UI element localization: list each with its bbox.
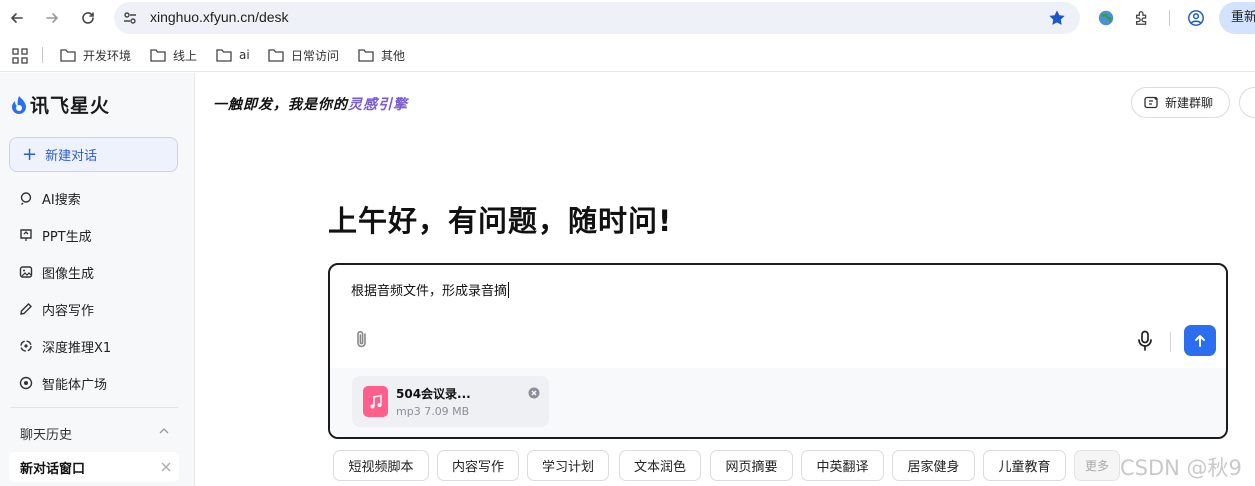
watermark: CSDN @秋9 xyxy=(1120,456,1242,480)
chip-home-fitness[interactable]: 居家健身 xyxy=(892,450,975,481)
refresh-icon xyxy=(82,12,94,24)
sidebar-item-ai-search[interactable]: AI搜索 xyxy=(10,183,178,213)
pen-icon xyxy=(20,303,32,315)
site-settings-icon[interactable] xyxy=(122,10,138,26)
history-title: 聊天历史 xyxy=(20,428,73,443)
folder-icon xyxy=(216,49,232,62)
url-text: xinghuo.xfyun.cn/desk xyxy=(150,9,289,25)
toolbar-divider xyxy=(1169,10,1170,26)
slogan-highlight: 灵感引擎 xyxy=(348,97,408,113)
reload-page-button[interactable] xyxy=(77,7,99,29)
sidebar-divider xyxy=(10,407,178,408)
folder-icon xyxy=(60,49,76,62)
history-item[interactable]: 新对话窗口 xyxy=(9,452,179,482)
slogan: 一触即发，我是你的灵感引擎 xyxy=(213,94,408,114)
sidebar-item-label: AI搜索 xyxy=(42,192,81,208)
chip-short-video[interactable]: 短视频脚本 xyxy=(333,450,429,481)
chip-text-polish[interactable]: 文本润色 xyxy=(619,450,701,481)
new-chat-label: 新建对话 xyxy=(45,149,98,164)
chip-translation[interactable]: 中英翻译 xyxy=(801,450,884,481)
bookmark-folder[interactable]: 开发环境 xyxy=(60,46,131,64)
bookmark-label: 开发环境 xyxy=(83,48,132,63)
chip-web-summary[interactable]: 网页摘要 xyxy=(710,450,793,481)
chip-more[interactable]: 更多 xyxy=(1074,450,1120,481)
sidebar-item-agents[interactable]: 智能体广场 xyxy=(10,368,178,398)
forward-button[interactable] xyxy=(41,7,63,29)
history-item-label: 新对话窗口 xyxy=(20,461,86,477)
close-icon[interactable] xyxy=(160,461,172,473)
sidebar-item-label: 智能体广场 xyxy=(42,377,108,393)
chat-composer[interactable]: 根据音频文件，形成录音摘 504会议录... mp3 7.09 MB xyxy=(328,263,1228,439)
logo-text: 讯飞星火 xyxy=(30,95,111,117)
agent-icon xyxy=(19,376,33,390)
image-icon xyxy=(19,266,33,278)
spark-logo-icon xyxy=(12,95,26,114)
folder-icon xyxy=(150,49,166,62)
browser-toolbar: xinghuo.xfyun.cn/desk 重新 xyxy=(0,0,1255,36)
chevron-up-icon[interactable] xyxy=(158,425,170,437)
greeting-title: 上午好，有问题，随时问! xyxy=(328,204,673,238)
text-caret xyxy=(508,282,510,298)
sidebar-item-label: 图像生成 xyxy=(42,266,95,282)
arrow-left-icon xyxy=(11,13,23,23)
bookmark-label: 日常访问 xyxy=(291,48,340,63)
bookmarks-bar: 开发环境 线上 ai 日常访问 其他 xyxy=(0,38,1255,72)
bookmark-label: ai xyxy=(239,48,250,62)
bookmarks-divider xyxy=(42,47,43,63)
chip-child-education[interactable]: 儿童教育 xyxy=(983,450,1066,481)
arrow-right-icon xyxy=(46,13,58,23)
sidebar-item-writing[interactable]: 内容写作 xyxy=(10,294,178,324)
chip-content-writing[interactable]: 内容写作 xyxy=(437,450,519,481)
new-group-chat-label: 新建群聊 xyxy=(1165,96,1214,110)
bookmark-folder[interactable]: ai xyxy=(216,46,250,64)
chat-input[interactable]: 根据音频文件，形成录音摘 xyxy=(351,280,510,299)
microphone-icon[interactable] xyxy=(1136,330,1154,352)
sidebar-item-ppt[interactable]: PPT生成 xyxy=(10,220,178,250)
relaunch-button[interactable]: 重新 xyxy=(1219,2,1255,34)
arrow-up-icon xyxy=(1195,334,1205,347)
remove-attachment-icon[interactable] xyxy=(528,387,540,399)
ppt-icon xyxy=(20,229,32,241)
group-chat-icon xyxy=(1144,96,1158,108)
extensions-puzzle-icon[interactable] xyxy=(1132,8,1152,28)
reasoning-icon xyxy=(20,340,32,352)
attachment-file-card[interactable]: 504会议录... mp3 7.09 MB xyxy=(352,376,549,427)
sidebar-item-label: PPT生成 xyxy=(42,229,92,245)
folder-icon xyxy=(358,49,374,62)
bookmark-label: 线上 xyxy=(173,48,198,63)
composer-divider xyxy=(1170,332,1171,352)
attachment-area: 504会议录... mp3 7.09 MB xyxy=(330,368,1226,437)
attachment-file-meta: mp3 7.09 MB xyxy=(396,405,470,418)
sidebar: 讯飞星火 + 新建对话 AI搜索 PPT生成 图像生成 内容写作 深度推理X1 … xyxy=(0,73,195,486)
new-chat-button[interactable]: + 新建对话 xyxy=(9,137,178,172)
chip-study-plan[interactable]: 学习计划 xyxy=(527,450,609,481)
search-icon xyxy=(20,192,32,205)
profile-icon[interactable] xyxy=(1186,8,1206,28)
slogan-prefix: 一触即发，我是你的 xyxy=(213,97,348,113)
chat-input-value: 根据音频文件，形成录音摘 xyxy=(351,284,508,299)
sidebar-item-reasoning[interactable]: 深度推理X1 xyxy=(10,331,178,361)
sidebar-item-label: 深度推理X1 xyxy=(42,340,112,356)
address-bar[interactable]: xinghuo.xfyun.cn/desk xyxy=(114,2,1080,34)
extension-globe-icon[interactable] xyxy=(1096,8,1116,28)
apps-grid-icon[interactable] xyxy=(12,48,28,64)
sidebar-item-label: 内容写作 xyxy=(42,303,95,319)
new-group-chat-button[interactable]: 新建群聊 xyxy=(1131,87,1230,118)
bookmark-folder[interactable]: 线上 xyxy=(150,46,197,64)
sidebar-item-image[interactable]: 图像生成 xyxy=(10,257,178,287)
attachment-file-name: 504会议录... xyxy=(396,387,471,401)
audio-file-icon xyxy=(363,386,388,417)
send-button[interactable] xyxy=(1184,325,1216,356)
bookmark-folder[interactable]: 日常访问 xyxy=(268,46,339,64)
header-more-button[interactable] xyxy=(1239,87,1255,118)
bookmark-folder[interactable]: 其他 xyxy=(358,46,405,64)
folder-icon xyxy=(268,49,284,62)
plus-icon: + xyxy=(22,143,38,165)
back-button[interactable] xyxy=(6,7,28,29)
bookmark-star-icon[interactable] xyxy=(1048,9,1066,27)
bookmark-label: 其他 xyxy=(381,48,406,63)
logo[interactable]: 讯飞星火 xyxy=(10,91,110,118)
attachment-clip-icon[interactable] xyxy=(352,329,372,351)
